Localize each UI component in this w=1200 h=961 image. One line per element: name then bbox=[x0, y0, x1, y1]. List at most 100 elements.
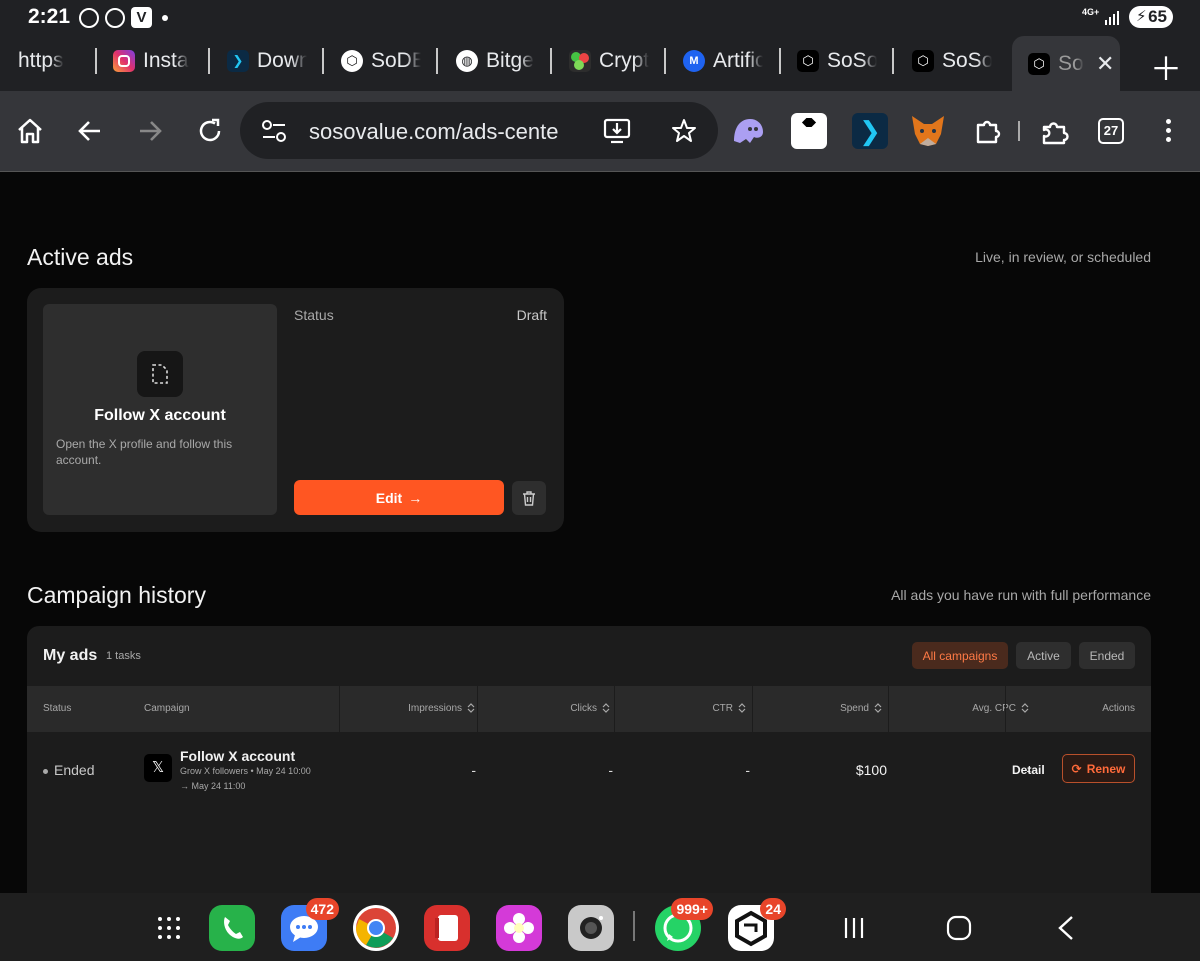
renew-button-label: Renew bbox=[1086, 761, 1126, 776]
bookmark-star-icon[interactable] bbox=[671, 118, 697, 144]
active-ads-subtitle: Live, in review, or scheduled bbox=[975, 249, 1151, 265]
status-time: 2:21 bbox=[28, 5, 71, 28]
flower-shape bbox=[504, 913, 534, 943]
edit-ad-button[interactable]: Edit → bbox=[294, 480, 504, 515]
app-drawer-icon[interactable] bbox=[157, 916, 181, 940]
tab-https[interactable]: https bbox=[18, 36, 90, 86]
puzzle-extension-icon[interactable] bbox=[970, 113, 1006, 149]
navigation-dock: 472 999+ 24 bbox=[0, 893, 1200, 961]
campaign-history-subtitle: All ads you have run with full performan… bbox=[891, 587, 1151, 603]
filter-all-campaigns[interactable]: All campaigns bbox=[912, 642, 1008, 669]
whatsapp-badge: 999+ bbox=[671, 898, 713, 920]
column-ctr[interactable]: CTR bbox=[712, 686, 746, 732]
messages-badge: 472 bbox=[305, 898, 339, 920]
arrow-extension-icon[interactable]: ❯ bbox=[852, 113, 888, 149]
notes-shape bbox=[435, 915, 458, 941]
status-bar: 2:21 V 4G+ ⚡ 65 bbox=[0, 0, 1200, 36]
edit-button-label: Edit bbox=[375, 489, 403, 506]
gallery-app-icon[interactable] bbox=[496, 905, 542, 951]
ad-status-value: Draft bbox=[516, 307, 547, 323]
forward-arrow-shape bbox=[140, 121, 162, 141]
row-status: Ended bbox=[43, 762, 94, 778]
phone-app-icon[interactable] bbox=[209, 905, 255, 951]
tab-label: Down bbox=[257, 49, 307, 72]
home-button-icon[interactable] bbox=[946, 915, 972, 941]
sosovalue-badge: 24 bbox=[760, 898, 786, 920]
tab-downloader[interactable]: ❯ Down bbox=[227, 36, 307, 86]
crypt-logo-shape bbox=[571, 52, 589, 70]
column-clicks[interactable]: Clicks bbox=[570, 686, 610, 732]
new-tab-icon[interactable]: ＋ bbox=[1150, 44, 1182, 90]
ad-type-placeholder-icon bbox=[137, 351, 183, 397]
renew-button[interactable]: ⟳ Renew bbox=[1062, 754, 1135, 783]
phantom-wallet-icon[interactable] bbox=[730, 113, 766, 149]
instagram-icon bbox=[113, 50, 135, 72]
tab-instagram[interactable]: Insta bbox=[113, 36, 193, 86]
tab-label: SoDE bbox=[371, 49, 421, 72]
column-campaign: Campaign bbox=[144, 703, 190, 714]
network-type: 4G+ bbox=[1082, 7, 1100, 17]
home-icon[interactable] bbox=[14, 115, 46, 147]
extensions-menu-icon[interactable] bbox=[1038, 113, 1074, 149]
sort-icon bbox=[467, 703, 475, 714]
address-bar[interactable]: sosovalue.com/ads-cente bbox=[240, 102, 718, 159]
tab-sosovalue-active[interactable]: ⬡ So ✕ bbox=[1012, 36, 1120, 91]
ad-name: Follow X account bbox=[94, 407, 226, 424]
dock-divider bbox=[633, 911, 635, 941]
forward-arrow-icon[interactable] bbox=[134, 115, 166, 147]
tab-label: Insta bbox=[143, 49, 189, 72]
browser-toolbar: sosovalue.com/ads-cente ❯ 27 bbox=[0, 91, 1200, 172]
tab-sosovalue-1[interactable]: ⬡ SoSo bbox=[797, 36, 877, 86]
tab-divider bbox=[95, 48, 97, 74]
recent-apps-icon[interactable] bbox=[842, 916, 866, 940]
column-divider bbox=[752, 686, 753, 732]
tab-sodex[interactable]: ⬡ SoDE bbox=[341, 36, 421, 86]
sosovalue-app-icon[interactable]: 24 bbox=[728, 898, 786, 951]
column-clicks-label: Clicks bbox=[570, 703, 597, 714]
detail-link[interactable]: Detail bbox=[1012, 763, 1045, 777]
back-button-icon[interactable] bbox=[1056, 915, 1076, 941]
reload-shape bbox=[199, 118, 221, 142]
column-ctr-label: CTR bbox=[712, 703, 733, 714]
whatsapp-app-icon[interactable]: 999+ bbox=[655, 898, 713, 951]
camera-app-icon[interactable] bbox=[568, 905, 614, 951]
filter-ended[interactable]: Ended bbox=[1079, 642, 1135, 669]
column-avg-cpc[interactable]: Avg. CPC bbox=[972, 686, 1029, 732]
task-count: 1 tasks bbox=[106, 650, 141, 662]
install-app-icon[interactable] bbox=[602, 116, 632, 146]
tab-sosovalue-2[interactable]: ⬡ SoSo bbox=[912, 36, 992, 86]
notes-app-icon[interactable] bbox=[424, 905, 470, 951]
tab-label: Crypt bbox=[599, 49, 649, 72]
okx-wallet-icon[interactable] bbox=[791, 113, 827, 149]
column-impressions[interactable]: Impressions bbox=[408, 686, 475, 732]
delete-ad-button[interactable] bbox=[512, 481, 546, 515]
back-arrow-icon[interactable] bbox=[74, 115, 106, 147]
column-avg-cpc-label: Avg. CPC bbox=[972, 703, 1016, 714]
column-spend[interactable]: Spend bbox=[840, 686, 882, 732]
trash-icon bbox=[523, 490, 535, 506]
coinmarketcap-icon: M bbox=[683, 50, 705, 72]
close-tab-icon[interactable]: ✕ bbox=[1096, 51, 1114, 77]
sort-icon bbox=[1021, 703, 1029, 714]
reload-icon[interactable] bbox=[194, 115, 226, 147]
row-impressions: - bbox=[471, 762, 476, 778]
my-ads-title: My ads bbox=[43, 647, 98, 664]
metamask-fox-icon[interactable] bbox=[910, 113, 946, 149]
messages-app-icon[interactable]: 472 bbox=[281, 898, 339, 951]
tab-crypt[interactable]: Crypt bbox=[569, 36, 649, 86]
tab-count-button[interactable]: 27 bbox=[1098, 118, 1124, 144]
filter-active[interactable]: Active bbox=[1016, 642, 1071, 669]
tab-bitget[interactable]: ◍ Bitge bbox=[456, 36, 536, 86]
chrome-app-icon[interactable] bbox=[353, 905, 399, 951]
ad-preview[interactable]: Follow X account Open the X profile and … bbox=[43, 304, 277, 515]
column-divider bbox=[614, 686, 615, 732]
tab-divider bbox=[664, 48, 666, 74]
row-spend: $100 bbox=[855, 762, 887, 778]
tab-artificial[interactable]: M Artific bbox=[683, 36, 763, 86]
site-settings-icon[interactable] bbox=[261, 119, 287, 143]
url-text[interactable]: sosovalue.com/ads-cente bbox=[309, 119, 558, 145]
row-campaign-name[interactable]: Follow X account bbox=[180, 748, 295, 764]
column-actions: Actions bbox=[1102, 703, 1135, 714]
browser-menu-icon[interactable] bbox=[1166, 119, 1172, 146]
back-arrow-shape bbox=[78, 121, 100, 141]
